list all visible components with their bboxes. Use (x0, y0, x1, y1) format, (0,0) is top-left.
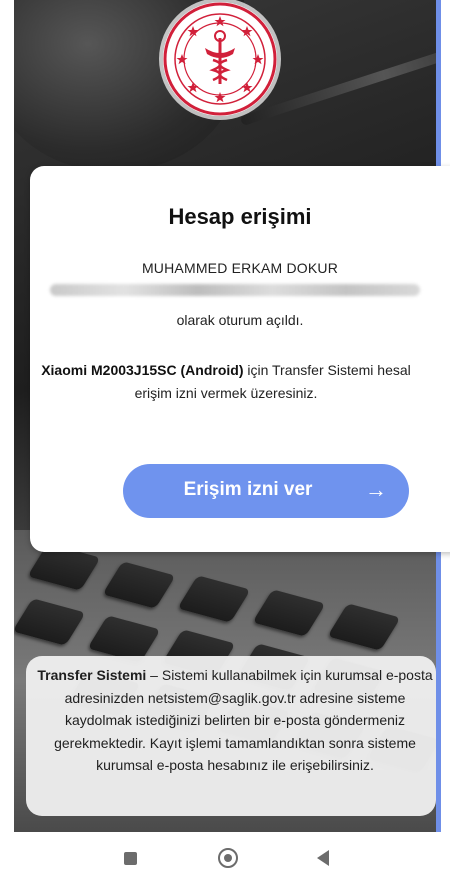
seal-icon (163, 2, 277, 116)
device-name: Xiaomi M2003J15SC (Android) (41, 362, 244, 378)
info-text: Transfer Sistemi – Sistemi kullanabilmek… (36, 664, 434, 777)
access-description: Xiaomi M2003J15SC (Android) için Transfe… (16, 359, 436, 405)
signed-in-text: olarak oturum açıldı. (176, 312, 304, 328)
grant-access-button[interactable]: Erişim izni ver → (123, 464, 409, 518)
recents-square-icon[interactable] (124, 852, 137, 865)
home-circle-icon[interactable] (218, 848, 238, 868)
access-line2: erişim izni vermek üzeresiniz. (134, 385, 318, 401)
access-line1-rest: için Transfer Sistemi hesal (243, 362, 411, 378)
keyboard-key (252, 589, 326, 637)
system-name: Transfer Sistemi (37, 667, 147, 683)
back-triangle-icon[interactable] (317, 850, 329, 866)
keyboard-key (14, 598, 86, 646)
android-navigation-bar (0, 832, 450, 887)
grant-access-label: Erişim izni ver (183, 479, 313, 500)
user-name: MUHAMMED ERKAM DOKUR (141, 260, 339, 276)
info-box: Transfer Sistemi – Sistemi kullanabilmek… (26, 656, 436, 816)
arrow-right-icon: → (365, 477, 387, 502)
ministry-of-health-seal-logo (163, 2, 277, 116)
page-title: Hesap erişimi (168, 204, 312, 229)
redacted-user-id (50, 284, 420, 296)
keyboard-key (327, 603, 401, 651)
app-screen: Hesap erişimi MUHAMMED ERKAM DOKUR olara… (0, 0, 450, 887)
keyboard-key (177, 575, 251, 623)
account-access-card: Hesap erişimi MUHAMMED ERKAM DOKUR olara… (30, 166, 450, 552)
keyboard-key (102, 561, 176, 609)
